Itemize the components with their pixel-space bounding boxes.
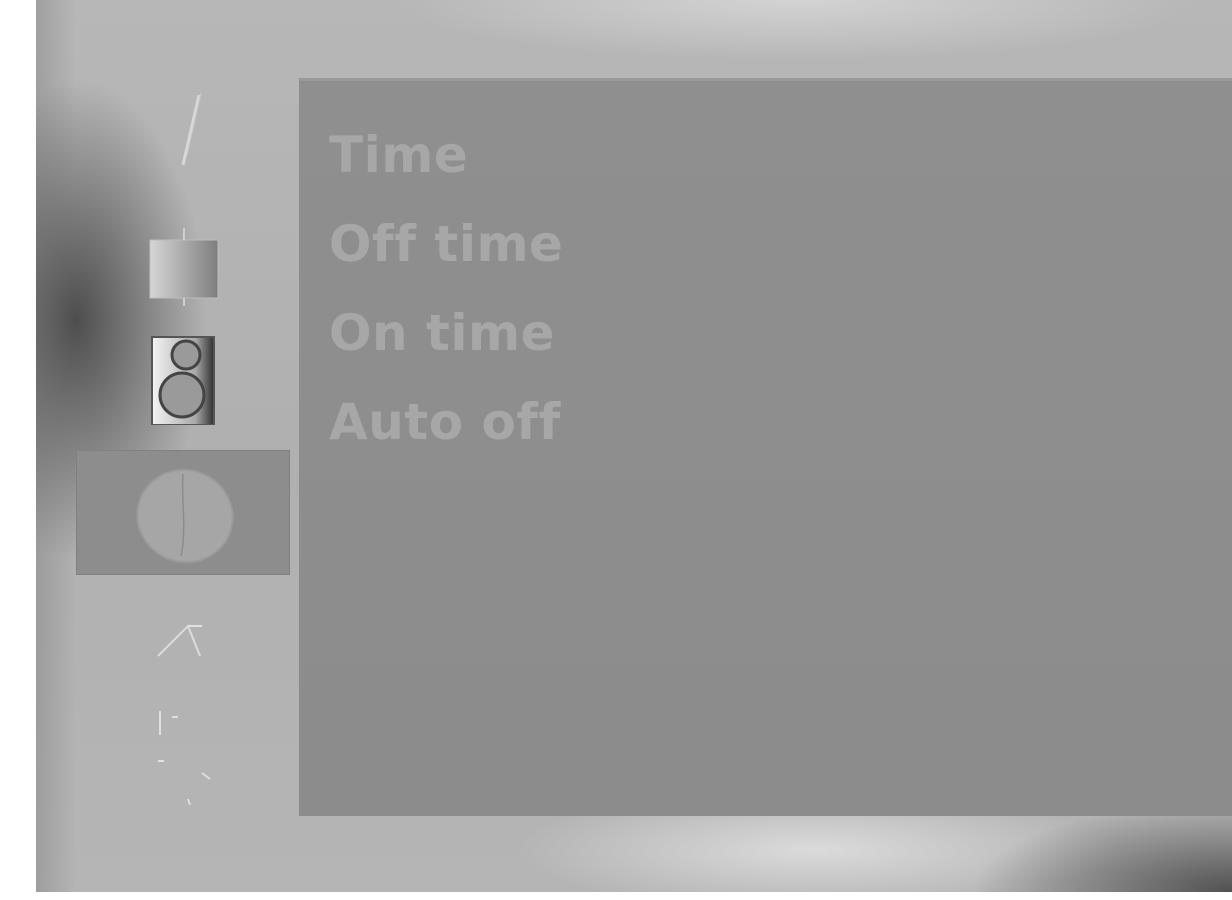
menu-item-time[interactable]: Time: [329, 111, 563, 200]
screen-shade: [36, 0, 76, 892]
speaker-icon: [151, 336, 215, 425]
slash-icon: [181, 92, 202, 165]
menu-item-on-time[interactable]: On time: [329, 289, 563, 378]
sidebar-item-time[interactable]: [76, 450, 290, 575]
menu-item-off-time[interactable]: Off time: [329, 200, 563, 289]
sidebar-item-special[interactable]: [76, 595, 290, 695]
sidebar-item-lock[interactable]: [76, 700, 290, 805]
osd-screen: Time Off time On time Auto off: [36, 0, 1232, 892]
sidebar-item-picture[interactable]: [76, 70, 290, 170]
clock-icon: [136, 468, 234, 563]
sidebar-item-screen[interactable]: [76, 215, 290, 315]
sidebar-item-sound[interactable]: [76, 325, 290, 425]
tent-icon: [157, 624, 202, 657]
time-menu-list: Time Off time On time Auto off: [329, 111, 563, 467]
menu-category-sidebar: [76, 70, 298, 820]
menu-item-auto-off[interactable]: Auto off: [329, 378, 563, 467]
time-submenu-panel: Time Off time On time Auto off: [299, 78, 1232, 816]
lock-icon: [158, 711, 211, 805]
square-icon: [149, 228, 219, 306]
